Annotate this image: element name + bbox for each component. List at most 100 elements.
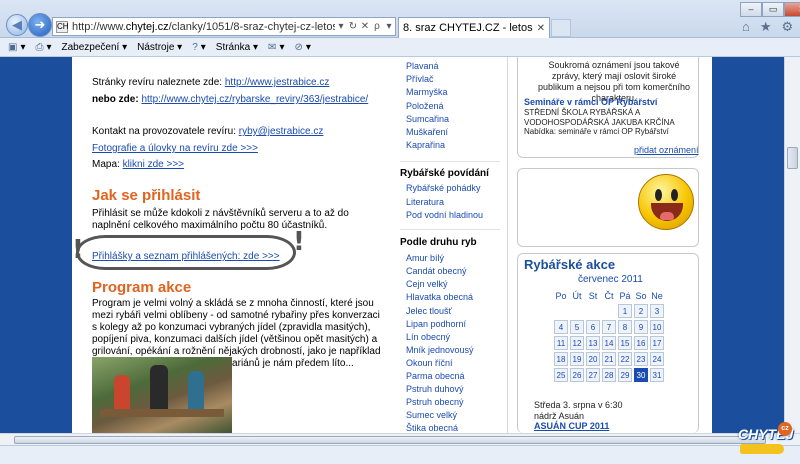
nav-item-muskareni[interactable]: Muškaření <box>406 127 448 137</box>
calendar-day[interactable]: 17 <box>650 336 664 350</box>
calendar-day[interactable]: 8 <box>618 320 632 334</box>
mail-button[interactable]: ✉ ▾ <box>268 42 284 53</box>
calendar-day[interactable]: 4 <box>554 320 568 334</box>
stop-icon[interactable]: ✕ <box>359 21 371 32</box>
nav-item-pohadky[interactable]: Rybářské pohádky <box>406 183 481 193</box>
refresh-icon[interactable]: ↻ <box>347 21 359 32</box>
nav-item-druh[interactable]: Okoun říční <box>406 358 453 368</box>
nebo-link[interactable]: http://www.chytej.cz/rybarske_reviry/363… <box>141 94 368 105</box>
calendar-day[interactable]: 5 <box>570 320 584 334</box>
new-tab-button[interactable] <box>551 19 571 37</box>
calendar-day[interactable]: 15 <box>618 336 632 350</box>
nav-item-druh[interactable]: Lipan podhorní <box>406 319 466 329</box>
mapa-line: Mapa: klikni zde >>> <box>92 159 185 170</box>
back-button[interactable]: ◀ <box>6 14 28 36</box>
calendar-day[interactable]: 14 <box>602 336 616 350</box>
calendar-day[interactable]: 26 <box>570 368 584 382</box>
nav-item-polozena[interactable]: Položená <box>406 101 444 111</box>
calendar-day[interactable]: 13 <box>586 336 600 350</box>
reviry-link[interactable]: http://www.jestrabice.cz <box>225 77 329 88</box>
tools-menu[interactable]: Nástroje ▾ <box>137 42 182 53</box>
calendar-day[interactable]: 12 <box>570 336 584 350</box>
horizontal-scroll-thumb[interactable] <box>14 436 766 444</box>
calendar-day[interactable]: 6 <box>586 320 600 334</box>
nav-item-druh[interactable]: Pstruh duhový <box>406 384 464 394</box>
minimize-button[interactable]: – <box>740 2 762 17</box>
calendar-day[interactable]: 24 <box>650 352 664 366</box>
nav-item-druh[interactable]: Štika obecná <box>406 423 458 433</box>
calendar-day[interactable]: 3 <box>650 304 664 318</box>
kontakt-link[interactable]: ryby@jestrabice.cz <box>239 126 324 137</box>
prihlasky-link[interactable]: Přihlášky a seznam přihlášených: zde >>> <box>92 251 280 262</box>
search-icon[interactable]: ρ <box>371 21 383 32</box>
calendar-day[interactable]: 1 <box>618 304 632 318</box>
calendar-day[interactable]: 30 <box>634 368 648 382</box>
nav-item-druh[interactable]: Hlavatka obecná <box>406 292 473 302</box>
nav-item-druh[interactable]: Cejn velký <box>406 279 448 289</box>
nav-item-druh[interactable]: Candát obecný <box>406 266 467 276</box>
nav-item-privlac[interactable]: Přívlač <box>406 74 434 84</box>
browser-tab[interactable]: 8. sraz CHYTEJ.CZ - letos o... ✕ <box>398 17 550 38</box>
security-menu[interactable]: Zabezpečení ▾ <box>62 42 128 53</box>
calendar-day[interactable]: 29 <box>618 368 632 382</box>
close-window-button[interactable]: ✕ <box>784 2 800 17</box>
calendar-day[interactable]: 22 <box>618 352 632 366</box>
horizontal-scrollbar[interactable] <box>0 433 800 445</box>
calendar-day[interactable]: 27 <box>586 368 600 382</box>
help-button[interactable]: ? ▾ <box>192 42 206 53</box>
back-arrow-icon: ◀ <box>12 17 22 32</box>
nav-item-kaprarina[interactable]: Kaprařina <box>406 140 445 150</box>
calendar-day[interactable]: 10 <box>650 320 664 334</box>
vertical-scroll-thumb[interactable] <box>787 147 798 169</box>
home-icon[interactable]: ⌂ <box>742 19 750 35</box>
star-icon[interactable]: ★ <box>760 19 772 35</box>
search-dropdown-icon[interactable]: ▾ <box>383 21 395 32</box>
nav-item-druh[interactable]: Sumec velký <box>406 410 457 420</box>
gear-icon[interactable]: ⚙ <box>782 19 794 35</box>
nav-item-druh[interactable]: Parma obecná <box>406 371 465 381</box>
favicon-icon: CH <box>56 20 69 33</box>
nav-item-pod-vodni-hladinou[interactable]: Pod vodní hladinou <box>406 210 483 220</box>
block-button[interactable]: ⊘ ▾ <box>294 42 310 53</box>
calendar-day[interactable]: 25 <box>554 368 568 382</box>
vertical-scrollbar[interactable] <box>784 57 800 433</box>
address-bar[interactable]: CH http://www.chytej.cz/clanky/1051/8-sr… <box>52 17 396 36</box>
address-dropdown-icon[interactable]: ▾ <box>335 21 347 32</box>
page-menu[interactable]: Stránka ▾ <box>216 42 258 53</box>
pridat-oznameni-link[interactable]: přidat oznámení <box>634 145 699 155</box>
nav-item-literatura[interactable]: Literatura <box>406 197 444 207</box>
nav-item-druh[interactable]: Pstruh obecný <box>406 397 464 407</box>
nav-item-druh[interactable]: Mník jednovousý <box>406 345 474 355</box>
calendar-day[interactable]: 2 <box>634 304 648 318</box>
calendar-day[interactable]: 18 <box>554 352 568 366</box>
forward-button[interactable]: ➜ <box>28 13 52 37</box>
command-bar: ▣ ▾ ⎙ ▾ Zabezpečení ▾ Nástroje ▾ ? ▾ Stránk… <box>0 38 800 57</box>
calendar-weekday: Pá <box>619 291 631 301</box>
calendar-day[interactable]: 9 <box>634 320 648 334</box>
print-button[interactable]: ⎙ ▾ <box>35 42 51 53</box>
calendar-day[interactable]: 20 <box>586 352 600 366</box>
calendar-day[interactable]: 7 <box>602 320 616 334</box>
calendar-day[interactable]: 19 <box>570 352 584 366</box>
nav-item-druh[interactable]: Lín obecný <box>406 332 450 342</box>
tab-close-icon[interactable]: ✕ <box>537 23 545 34</box>
calendar-day[interactable]: 31 <box>650 368 664 382</box>
nav-item-plavana[interactable]: Plavaná <box>406 61 439 71</box>
calendar-day[interactable]: 23 <box>634 352 648 366</box>
address-url[interactable]: http://www.chytej.cz/clanky/1051/8-sraz-… <box>72 21 335 33</box>
calendar-empty-cell <box>570 304 584 318</box>
calendar-day[interactable]: 28 <box>602 368 616 382</box>
seminare-title[interactable]: Semináře v rámci OP Rybářství <box>524 97 657 107</box>
rss-button[interactable]: ▣ ▾ <box>8 42 25 53</box>
maximize-button[interactable]: ▭ <box>762 2 784 17</box>
nav-item-sumcarina[interactable]: Sumcařina <box>406 114 449 124</box>
calendar-day[interactable]: 16 <box>634 336 648 350</box>
calendar-day[interactable]: 21 <box>602 352 616 366</box>
nav-item-marmyska[interactable]: Marmyška <box>406 87 448 97</box>
nav-item-druh[interactable]: Jelec tloušť <box>406 306 452 316</box>
foto-link[interactable]: Fotografie a úlovky na revíru zde >>> <box>92 143 258 154</box>
mapa-link[interactable]: klikni zde >>> <box>123 159 184 170</box>
nav-item-druh[interactable]: Amur bílý <box>406 253 444 263</box>
calendar-day[interactable]: 11 <box>554 336 568 350</box>
event-link[interactable]: ASUÁN CUP 2011 <box>534 421 609 431</box>
